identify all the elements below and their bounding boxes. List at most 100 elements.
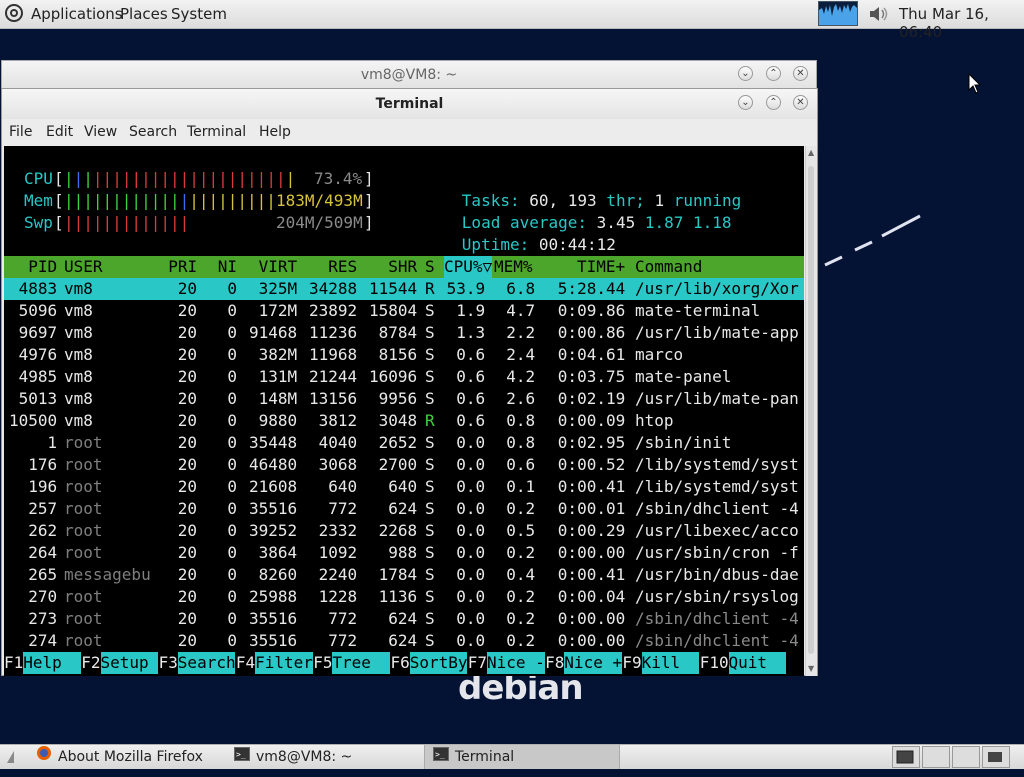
process-row[interactable]: 9697 vm8 20 0 91468 11236 8784 S 1.3 2.2 0:00.86/u…: [4, 322, 804, 344]
fkey-label-tree[interactable]: Tree: [332, 652, 390, 674]
cell-res: 3068: [318, 455, 358, 474]
system-menu[interactable]: System: [171, 5, 227, 23]
fkey-f6[interactable]: F6: [390, 652, 410, 674]
volume-icon[interactable]: [868, 5, 890, 23]
task-terminal[interactable]: >_ Terminal: [424, 745, 620, 769]
process-row[interactable]: 270 root 20 0 25988 1228 1136 S 0.0 0.2 0:00.04/us…: [4, 586, 804, 608]
task-vm8-terminal[interactable]: >_ vm8@VM8: ~: [234, 745, 424, 769]
workspace-2[interactable]: [922, 746, 950, 768]
close-button[interactable]: ✕: [793, 66, 808, 81]
cell-cpu: 0.0: [456, 455, 486, 474]
cpu-monitor-applet[interactable]: [818, 1, 858, 26]
process-row[interactable]: 273 root 20 0 35516 772 624 S 0.0 0.2 0:00.00/sbin…: [4, 608, 804, 630]
fkey-label-filter[interactable]: Filter: [255, 652, 313, 674]
column-header-pid: PID: [28, 257, 58, 276]
clock[interactable]: Thu Mar 16, 06:40: [899, 5, 1024, 41]
workspace-4[interactable]: [982, 746, 1010, 768]
cell-res: 23892: [309, 301, 358, 320]
task-firefox[interactable]: About Mozilla Firefox: [36, 745, 226, 769]
fkey-label-help[interactable]: Help: [23, 652, 81, 674]
places-menu[interactable]: Places: [120, 5, 168, 23]
fkey-label-setup[interactable]: Setup: [100, 652, 159, 674]
back-terminal-window[interactable]: vm8@VM8: ~ ⌄ ⌃ ✕: [1, 60, 817, 90]
menu-file[interactable]: File: [9, 124, 32, 140]
fkey-label-nice[interactable]: Nice -: [487, 652, 545, 674]
fkey-f7[interactable]: F7: [467, 652, 488, 674]
cell-mem: 0.8: [506, 411, 536, 430]
fkey-f8[interactable]: F8: [545, 652, 565, 674]
cell-shr: 8156: [378, 345, 418, 364]
cell-ni: 0: [227, 323, 238, 342]
process-row[interactable]: 4985 vm8 20 0 131M 21244 16096 S 0.6 4.2 0:03.75 ma…: [4, 366, 804, 388]
cell-command: /lib/systemd/syst: [635, 455, 799, 474]
process-row[interactable]: 257 root 20 0 35516 772 624 S 0.0 0.2 0:00.01/sbin…: [4, 498, 804, 520]
scroll-down-arrow-icon[interactable]: ▼: [808, 664, 814, 673]
cell-mem: 0.2: [506, 543, 536, 562]
process-row[interactable]: 176 root 20 0 46480 3068 2700 S 0.0 0.6 0:00.52/li…: [4, 454, 804, 476]
maximize-button[interactable]: ⌃: [766, 95, 781, 110]
column-header-command: Command: [635, 257, 703, 276]
cell-user: root: [64, 521, 103, 540]
load-average: Load average: 3.45 1.87 1.18: [461, 213, 732, 232]
desktop-swirl-decoration: [824, 214, 921, 267]
menu-view[interactable]: View: [84, 124, 117, 140]
cell-command: /sbin/dhclient -4: [635, 499, 799, 518]
show-desktop-button[interactable]: [4, 745, 14, 769]
applications-menu[interactable]: Applications: [31, 5, 123, 23]
process-row[interactable]: 10500 vm8 20 0 9880 3812 3048 R 0.6 0.8 0:00.09 hto…: [4, 410, 804, 432]
cell-pri: 20: [177, 477, 198, 496]
menu-edit[interactable]: Edit: [46, 124, 73, 140]
maximize-button[interactable]: ⌃: [766, 66, 781, 81]
workspace-1[interactable]: [892, 746, 920, 768]
mate-menu-logo-icon[interactable]: [5, 4, 23, 22]
fkey-f4[interactable]: F4: [235, 652, 256, 674]
process-row[interactable]: 196 root 20 0 21608 640 640 S 0.0 0.1 0:00.41/lib/…: [4, 476, 804, 498]
fkey-label-search[interactable]: Search: [177, 652, 236, 674]
process-row[interactable]: 262 root 20 0 39252 2332 2268 S 0.0 0.5 0:00.29/us…: [4, 520, 804, 542]
process-row[interactable]: 264 root 20 0 3864 1092 988 S 0.0 0.2 0:00.00/usr/…: [4, 542, 804, 564]
process-row[interactable]: 5013 vm8 20 0 148M 13156 9956 S 0.6 2.6 0:02.19/us…: [4, 388, 804, 410]
htop-screen[interactable]: CPU[|||||||||||||||||||||||| 73.4%] Mem[|…: [4, 146, 804, 676]
fkey-f9[interactable]: F9: [622, 652, 642, 674]
fkey-f3[interactable]: F3: [158, 652, 178, 674]
process-row-selected[interactable]: 4883 vm8 20 0 325M 34288 11544 R 53.9 6.8 5:28.44 /…: [4, 278, 804, 300]
fkey-f10[interactable]: F10: [699, 652, 729, 674]
process-row[interactable]: 274 root 20 0 35516 772 624 S 0.0 0.2 0:00.00/sbin…: [4, 630, 804, 652]
fkey-label-kill[interactable]: Kill: [641, 652, 700, 674]
cell-res: 4040: [318, 433, 358, 452]
terminal-titlebar[interactable]: Terminal ⌄ ⌃ ✕: [2, 89, 817, 119]
process-row[interactable]: 5096 vm8 20 0 172M 23892 15804 S 1.9 4.7 0:09.86 ma…: [4, 300, 804, 322]
cell-state: S: [425, 499, 435, 518]
menu-help[interactable]: Help: [259, 124, 291, 140]
column-header-pri: PRI: [168, 257, 198, 276]
process-row[interactable]: 265 messagebu 20 0 8260 2240 1784 S 0.0 0.4 0:00.4…: [4, 564, 804, 586]
cell-virt: 172M: [258, 301, 298, 320]
fkey-f1[interactable]: F1: [4, 652, 24, 674]
scroll-up-arrow-icon[interactable]: ▲: [808, 148, 814, 157]
fkey-label-sortby[interactable]: SortBy: [409, 652, 467, 674]
process-row[interactable]: 4976 vm8 20 0 382M 11968 8156 S 0.6 2.4 0:04.61 mar…: [4, 344, 804, 366]
cell-time: 0:09.86: [557, 301, 626, 320]
cell-user: messagebu: [64, 565, 151, 584]
cell-time: 0:02.95: [557, 433, 626, 452]
fkey-label-quit[interactable]: Quit: [728, 652, 787, 674]
fkey-label-nice[interactable]: Nice +: [564, 652, 622, 674]
terminal-window[interactable]: Terminal ⌄ ⌃ ✕ File Edit View Search Ter…: [1, 88, 818, 676]
minimize-button[interactable]: ⌄: [738, 66, 753, 81]
process-row[interactable]: 1 root 20 0 35448 4040 2652 S 0.0 0.8 0:02.95/sbin…: [4, 432, 804, 454]
cell-command: /sbin/dhclient -4: [635, 609, 799, 628]
cell-res: 21244: [309, 367, 358, 386]
terminal-scrollbar[interactable]: ▲ ▼: [805, 146, 817, 676]
scrollbar-thumb[interactable]: [808, 166, 814, 654]
menu-terminal[interactable]: Terminal: [187, 124, 246, 140]
cell-virt: 25988: [249, 587, 298, 606]
fkey-f5[interactable]: F5: [313, 652, 333, 674]
fkey-f2[interactable]: F2: [81, 652, 101, 674]
menu-search[interactable]: Search: [129, 124, 177, 140]
close-button[interactable]: ✕: [793, 95, 808, 110]
cell-user: root: [64, 587, 103, 606]
minimize-button[interactable]: ⌄: [738, 95, 753, 110]
cell-pri: 20: [177, 301, 198, 320]
workspace-3[interactable]: [952, 746, 980, 768]
cell-shr: 9956: [378, 389, 418, 408]
